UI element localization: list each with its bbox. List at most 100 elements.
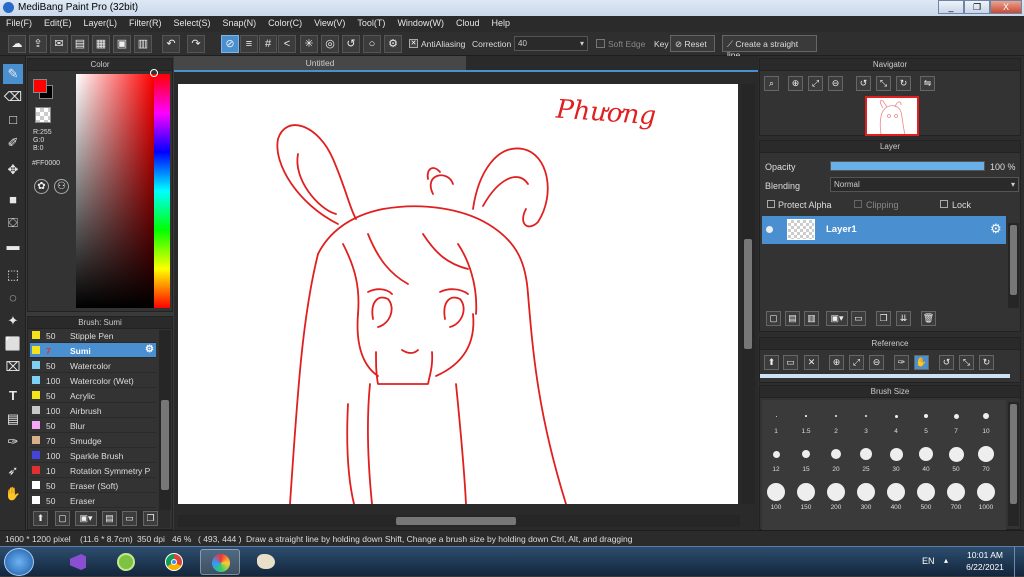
fit-screen-icon[interactable]: ⤡	[876, 76, 891, 91]
brush-item[interactable]: 50 Blur	[30, 418, 156, 433]
operation-tool-icon[interactable]: ➶	[3, 461, 23, 481]
opacity-slider[interactable]	[830, 161, 985, 171]
brush-size-dot[interactable]	[924, 414, 928, 418]
antialiasing-checkbox[interactable]: ✕	[409, 39, 418, 48]
add-layer-menu-icon[interactable]: ▣▾	[826, 311, 848, 326]
reset-button[interactable]: ⊘ Reset	[670, 35, 715, 52]
brush-item[interactable]: 50 Acrylic	[30, 388, 156, 403]
brush-size-dot[interactable]	[978, 446, 994, 462]
menu-edit[interactable]: Edit(E)	[38, 16, 78, 28]
grid-page-icon[interactable]: ▣	[113, 35, 131, 53]
gradient-tool-icon[interactable]: ▬	[3, 236, 23, 256]
brush-item[interactable]: 100 Sparkle Brush	[30, 448, 156, 463]
redo-icon[interactable]: ↷	[187, 35, 205, 53]
brush-size-dot[interactable]	[860, 448, 872, 460]
brush-size-dot[interactable]	[835, 415, 837, 417]
tray-expand-icon[interactable]: ▴	[944, 556, 948, 565]
brush-size-dot[interactable]	[772, 450, 780, 458]
ref-zoom-in-icon[interactable]: ⊕	[829, 355, 844, 370]
fill-shape-tool-icon[interactable]: ■	[3, 190, 23, 210]
brush-add-menu-icon[interactable]: ▣▾	[75, 511, 97, 526]
zoom-fit-icon[interactable]: ⌕	[764, 76, 779, 91]
ref-rotate-right-icon[interactable]: ↻	[979, 355, 994, 370]
navigator-thumbnail[interactable]	[865, 96, 919, 136]
menu-cloud[interactable]: Cloud	[450, 16, 486, 28]
show-desktop-button[interactable]	[1014, 547, 1024, 577]
zoom-out-icon[interactable]: ⊖	[828, 76, 843, 91]
merge-layer-icon[interactable]: ⇊	[896, 311, 911, 326]
canvas-vertical-scrollbar[interactable]	[741, 84, 755, 504]
chrome-taskbar-icon[interactable]	[154, 549, 194, 575]
brush-size-dot[interactable]	[805, 415, 807, 417]
visual-studio-taskbar-icon[interactable]	[58, 549, 98, 575]
zoom-actual-icon[interactable]: ⤢	[808, 76, 823, 91]
brush-size-dot[interactable]	[948, 446, 964, 462]
document-icon[interactable]: ▤	[71, 35, 89, 53]
brush-list-scrollbar[interactable]	[159, 330, 171, 510]
color-picker-handle[interactable]	[150, 69, 158, 77]
menu-file[interactable]: File(F)	[0, 16, 38, 28]
brush-settings-gear-icon[interactable]: ⚙	[145, 344, 154, 355]
foreground-color-swatch[interactable]	[33, 79, 47, 93]
settings-icon[interactable]: ⚙	[384, 35, 402, 53]
brush-size-dot[interactable]	[887, 483, 905, 501]
menu-tool[interactable]: Tool(T)	[351, 16, 391, 28]
ref-rotate-left-icon[interactable]: ↺	[939, 355, 954, 370]
ref-open-icon[interactable]: ▭	[783, 355, 798, 370]
ref-fit-icon[interactable]: ⤡	[959, 355, 974, 370]
brush-size-dot[interactable]	[797, 483, 815, 501]
layer-folder-icon[interactable]: ▭	[851, 311, 866, 326]
brush-duplicate-icon[interactable]: ❐	[143, 511, 158, 526]
brush-size-dot[interactable]	[864, 414, 868, 418]
flip-icon[interactable]: ⇋	[920, 76, 935, 91]
hue-slider[interactable]	[154, 74, 170, 308]
ref-eyedropper-icon[interactable]: ✑	[894, 355, 909, 370]
select-eraser-tool-icon[interactable]: ⌧	[3, 357, 23, 377]
menu-layer[interactable]: Layer(L)	[78, 16, 124, 28]
hand-tool-icon[interactable]: ✋	[3, 484, 23, 504]
new-layer-icon[interactable]: ▢	[766, 311, 781, 326]
circle-snap-icon[interactable]: ○	[363, 35, 381, 53]
brush-add-icon[interactable]: ⬆	[33, 511, 48, 526]
crisscross-snap-icon[interactable]: #	[259, 35, 277, 53]
brush-size-dot[interactable]	[857, 483, 875, 501]
brush-folder-icon[interactable]: ▭	[122, 511, 137, 526]
eyedropper-tool-icon[interactable]: ✑	[3, 432, 23, 452]
brush-tool-icon[interactable]: ✎	[3, 64, 23, 84]
brush-size-dot[interactable]	[775, 415, 777, 417]
color-history-icon[interactable]: ⚇	[54, 179, 69, 194]
brush-size-dot[interactable]	[767, 483, 785, 501]
layer-list-scrollbar[interactable]	[1008, 223, 1019, 308]
maximize-button[interactable]: ❐	[964, 0, 990, 14]
correction-select[interactable]: 40 ▾	[514, 36, 588, 51]
duplicate-layer-icon[interactable]: ❐	[876, 311, 891, 326]
brush-size-dot[interactable]	[827, 483, 845, 501]
app-green-taskbar-icon[interactable]	[106, 549, 146, 575]
rotate-left-icon[interactable]: ↺	[856, 76, 871, 91]
clipping-checkbox[interactable]	[854, 200, 862, 208]
brush-item[interactable]: 100 Watercolor (Wet)	[30, 373, 156, 388]
brush-item[interactable]: 50 Eraser	[30, 493, 156, 508]
blending-select[interactable]: Normal ▾	[830, 177, 1019, 192]
undo-icon[interactable]: ↶	[162, 35, 180, 53]
brush-size-dot[interactable]	[831, 449, 841, 459]
delete-layer-icon[interactable]: 🗑	[921, 311, 936, 326]
rotate-right-icon[interactable]: ↻	[896, 76, 911, 91]
menu-filter[interactable]: Filter(R)	[123, 16, 168, 28]
protect-alpha-checkbox[interactable]	[767, 200, 775, 208]
input-language[interactable]: EN	[922, 556, 935, 566]
pen-tool-icon[interactable]: ✐	[3, 133, 23, 153]
print-icon[interactable]: ▥	[134, 35, 152, 53]
new-8bit-layer-icon[interactable]: ▥	[804, 311, 819, 326]
new-halftone-layer-icon[interactable]: ▤	[785, 311, 800, 326]
menu-snap[interactable]: Snap(N)	[217, 16, 263, 28]
brush-size-dot[interactable]	[917, 483, 935, 501]
zoom-in-icon[interactable]: ⊕	[788, 76, 803, 91]
concentric-snap-icon[interactable]: ◎	[321, 35, 339, 53]
select-tool-icon[interactable]: ⬚	[3, 265, 23, 285]
radial-snap-icon[interactable]: ✳	[300, 35, 318, 53]
brush-size-dot[interactable]	[889, 447, 903, 461]
brush-item[interactable]: 70 Smudge	[30, 433, 156, 448]
snap-off-icon[interactable]: ⊘	[221, 35, 239, 53]
brush-size-dot[interactable]	[919, 447, 933, 461]
